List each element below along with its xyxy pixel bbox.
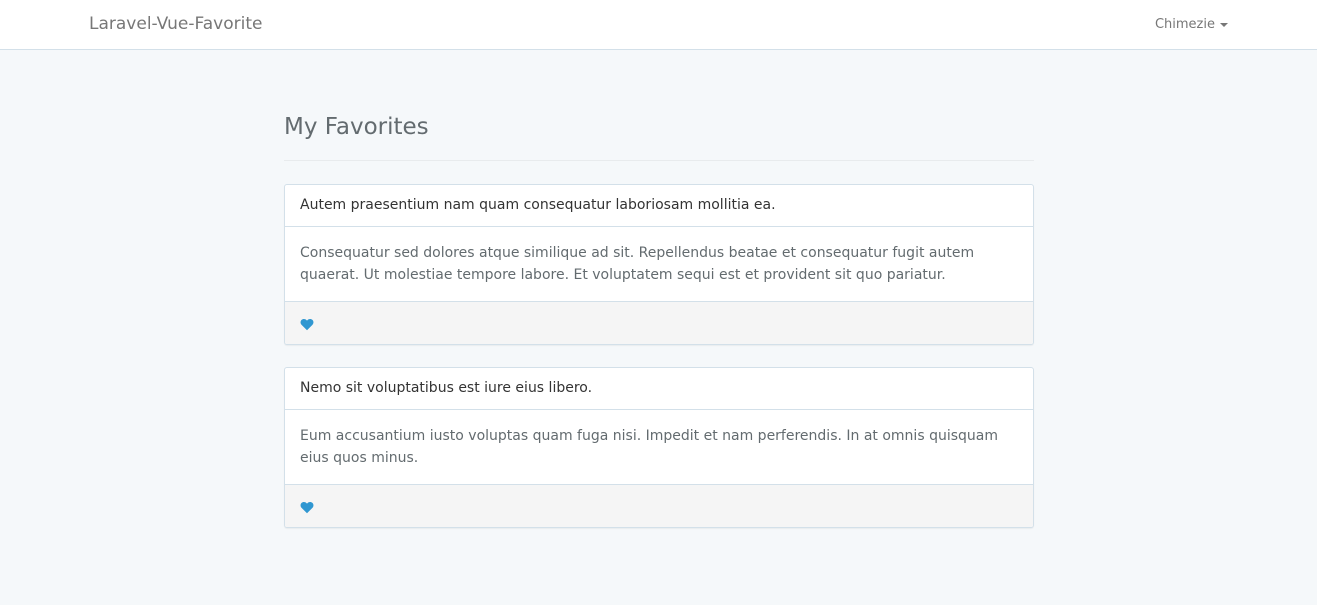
brand-link[interactable]: Laravel-Vue-Favorite	[89, 14, 262, 34]
main-content: My Favorites Autem praesentium nam quam …	[284, 50, 1034, 529]
post-title: Nemo sit voluptatibus est iure eius libe…	[285, 368, 1033, 411]
post-title: Autem praesentium nam quam consequatur l…	[285, 185, 1033, 228]
post-footer	[285, 301, 1033, 345]
heart-icon	[300, 319, 314, 331]
heart-icon	[300, 502, 314, 514]
post-footer	[285, 484, 1033, 528]
page-title: My Favorites	[284, 114, 429, 140]
unfavorite-button[interactable]	[300, 318, 314, 331]
caret-down-icon	[1220, 22, 1228, 27]
post-body: Consequatur sed dolores atque similique …	[300, 245, 975, 284]
page-header: My Favorites	[284, 114, 1034, 162]
post-body: Eum accusantium iusto voluptas quam fuga…	[300, 428, 998, 467]
unfavorite-button[interactable]	[300, 501, 314, 514]
user-dropdown-toggle[interactable]: Chimezie	[1155, 17, 1228, 32]
favorite-post-panel: Nemo sit voluptatibus est iure eius libe…	[284, 367, 1034, 529]
favorite-post-panel: Autem praesentium nam quam consequatur l…	[284, 184, 1034, 346]
navbar: Laravel-Vue-Favorite Chimezie	[0, 0, 1317, 50]
user-name: Chimezie	[1154, 17, 1215, 32]
